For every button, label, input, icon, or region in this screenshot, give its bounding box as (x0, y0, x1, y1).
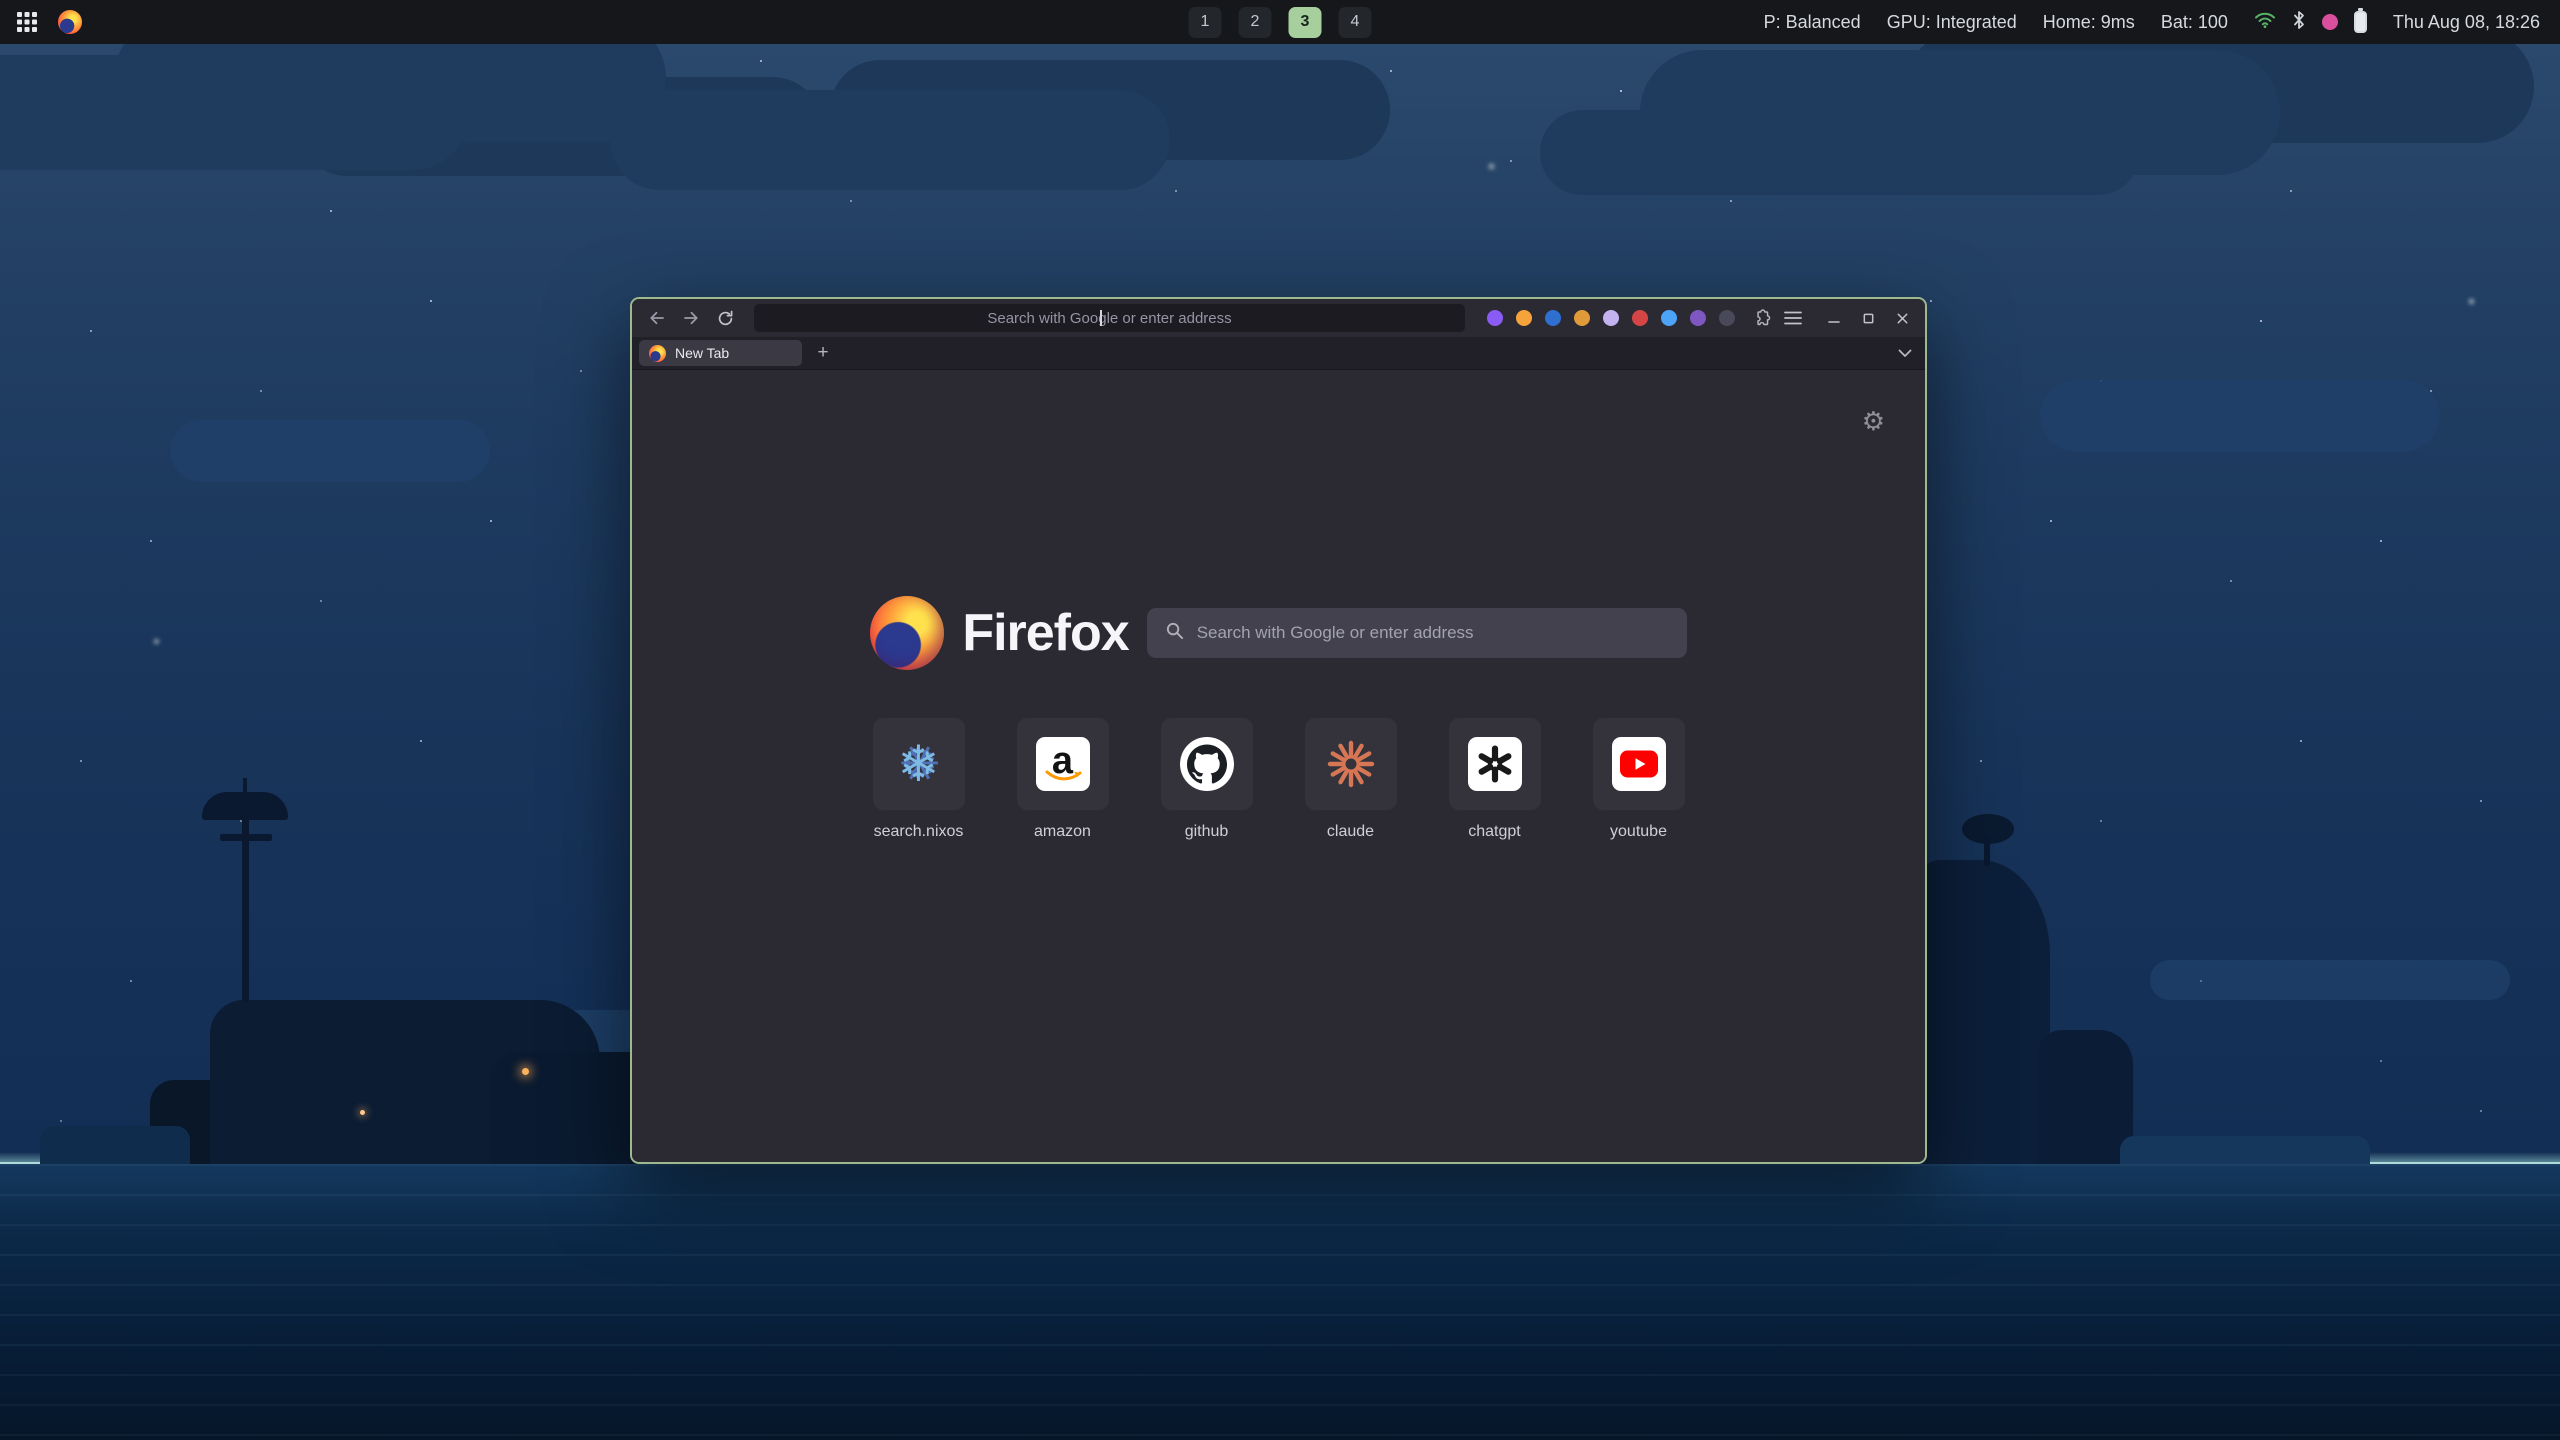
shortcut-card (1593, 718, 1685, 810)
reload-button[interactable] (710, 304, 740, 332)
shortcut-search-nixos[interactable]: ❄❄ search.nixos (873, 718, 965, 841)
shortcut-card (1161, 718, 1253, 810)
wifi-icon[interactable] (2254, 11, 2276, 34)
extension-icon-4[interactable] (1603, 310, 1619, 326)
extensions-puzzle-icon[interactable] (1747, 304, 1775, 332)
battery-status: Bat: 100 (2161, 12, 2228, 33)
shortcut-tiles: ❄❄ search.nixos a amazon (632, 718, 1925, 841)
home-latency-status: Home: 9ms (2043, 12, 2135, 33)
window-controls (1821, 305, 1915, 331)
cliff-tree-trunk (1984, 836, 1990, 866)
extension-icon-8[interactable] (1719, 310, 1735, 326)
cloud (2040, 380, 2440, 452)
shortcut-label: search.nixos (874, 823, 964, 841)
watchtower-platform (220, 834, 272, 841)
browser-toolbar (632, 299, 1925, 337)
cliff-silhouette-right (1900, 860, 2140, 1164)
cliff-rock (2038, 1030, 2133, 1164)
shortcut-label: amazon (1034, 823, 1091, 841)
forward-button[interactable] (676, 304, 706, 332)
workspace-button-1[interactable]: 1 (1189, 7, 1222, 38)
extension-icon-1[interactable] (1516, 310, 1532, 326)
gpu-status: GPU: Integrated (1887, 12, 2017, 33)
personalize-gear-icon[interactable]: ⚙ (1862, 408, 1885, 434)
tab-title: New Tab (675, 345, 729, 361)
shortcut-card: a (1017, 718, 1109, 810)
workspace-switcher: 1 2 3 4 (1189, 7, 1372, 38)
cloud-haze (2150, 960, 2510, 1000)
shortcut-amazon[interactable]: a amazon (1017, 718, 1109, 841)
youtube-icon (1612, 737, 1666, 791)
cloud (1640, 50, 2280, 175)
chatgpt-openai-icon (1468, 737, 1522, 791)
minimize-button[interactable] (1821, 305, 1847, 331)
distant-islet (40, 1126, 190, 1164)
newtab-hero: Firefox (632, 596, 1925, 670)
top-status-bar: 1 2 3 4 P: Balanced GPU: Integrated Home… (0, 0, 2560, 44)
indicator-icon[interactable] (2322, 14, 2338, 30)
extension-icons (1487, 310, 1735, 326)
firefox-wordmark: Firefox (962, 603, 1128, 663)
app-launcher-icon[interactable] (16, 11, 38, 33)
hut-window-light (360, 1110, 365, 1115)
new-tab-button[interactable]: + (810, 340, 836, 366)
menu-hamburger-icon[interactable] (1779, 304, 1807, 332)
shortcut-chatgpt[interactable]: chatgpt (1449, 718, 1541, 841)
ocean-reflections (0, 1164, 2560, 1440)
amazon-icon: a (1036, 737, 1090, 791)
workspace-button-2[interactable]: 2 (1239, 7, 1272, 38)
workspace-button-3[interactable]: 3 (1289, 7, 1322, 38)
extension-icon-0[interactable] (1487, 310, 1503, 326)
shortcut-label: chatgpt (1468, 823, 1520, 841)
power-profile-status: P: Balanced (1764, 12, 1861, 33)
shortcut-claude[interactable]: claude (1305, 718, 1397, 841)
cloud (170, 420, 490, 482)
shortcut-card (1305, 718, 1397, 810)
claude-starburst-icon (1325, 738, 1377, 790)
extension-icon-5[interactable] (1632, 310, 1648, 326)
clock: Thu Aug 08, 18:26 (2393, 12, 2540, 33)
url-input[interactable] (754, 304, 1465, 332)
back-button[interactable] (642, 304, 672, 332)
firefox-logo (870, 596, 944, 670)
firefox-favicon (649, 345, 666, 362)
nixos-snowflake-icon: ❄❄ (891, 736, 947, 792)
newtab-search-box[interactable] (1147, 608, 1687, 658)
shortcut-youtube[interactable]: youtube (1593, 718, 1685, 841)
distant-islet (2120, 1136, 2370, 1164)
ocean (0, 1164, 2560, 1440)
extension-icon-7[interactable] (1690, 310, 1706, 326)
cloud (610, 90, 1170, 190)
shortcut-label: youtube (1610, 823, 1667, 841)
firefox-window: New Tab + ⚙ Firefox (630, 297, 1927, 1164)
bluetooth-icon[interactable] (2292, 10, 2306, 35)
extension-icon-3[interactable] (1574, 310, 1590, 326)
shortcut-label: github (1185, 823, 1229, 841)
firefox-launcher-icon[interactable] (58, 10, 82, 34)
shortcut-card (1449, 718, 1541, 810)
island-silhouette-left (150, 960, 690, 1164)
extension-icon-6[interactable] (1661, 310, 1677, 326)
shortcut-card: ❄❄ (873, 718, 965, 810)
watchtower-finial (243, 778, 247, 794)
battery-icon[interactable] (2354, 11, 2367, 33)
shortcut-label: claude (1327, 823, 1374, 841)
close-button[interactable] (1889, 305, 1915, 331)
tab-strip: New Tab + (632, 337, 1925, 370)
github-octocat-icon (1180, 737, 1234, 791)
tab-new-tab[interactable]: New Tab (639, 340, 802, 366)
hut-window-light (522, 1068, 529, 1075)
list-all-tabs-chevron-icon[interactable] (1892, 340, 1918, 366)
extension-icon-2[interactable] (1545, 310, 1561, 326)
cloud (0, 55, 470, 170)
shortcut-github[interactable]: github (1161, 718, 1253, 841)
url-bar[interactable] (754, 304, 1465, 332)
newtab-page: ⚙ Firefox ❄❄ search.nixos (632, 370, 1925, 1162)
maximize-button[interactable] (1855, 305, 1881, 331)
text-caret (1100, 310, 1102, 326)
search-icon (1165, 621, 1184, 645)
newtab-search-input[interactable] (1197, 623, 1669, 643)
workspace-button-4[interactable]: 4 (1339, 7, 1372, 38)
